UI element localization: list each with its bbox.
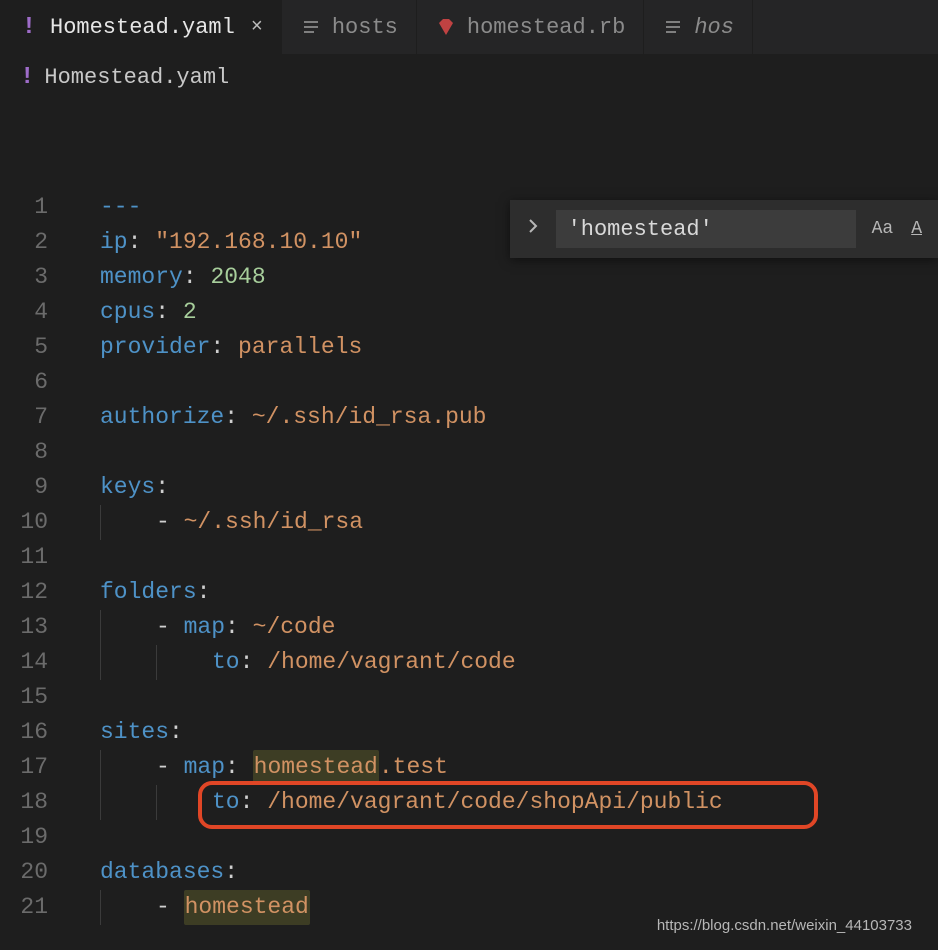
- line-number: 13: [0, 610, 48, 645]
- line-number: 19: [0, 820, 48, 855]
- code-line[interactable]: provider: parallels: [72, 330, 938, 365]
- line-number: 11: [0, 540, 48, 575]
- code-line[interactable]: [72, 820, 938, 855]
- line-number: 21: [0, 890, 48, 925]
- line-number-gutter: 123456789101112131415161718192021: [0, 190, 72, 950]
- line-number: 12: [0, 575, 48, 610]
- generic-file-icon: [662, 16, 684, 38]
- tab-label: homestead.rb: [467, 15, 625, 40]
- yaml-icon: !: [20, 64, 34, 91]
- breadcrumb-label: Homestead.yaml: [44, 65, 229, 90]
- code-line[interactable]: databases:: [72, 855, 938, 890]
- code-editor[interactable]: 123456789101112131415161718192021 ---ip:…: [0, 190, 938, 950]
- line-number: 7: [0, 400, 48, 435]
- line-number: 3: [0, 260, 48, 295]
- code-line[interactable]: authorize: ~/.ssh/id_rsa.pub: [72, 400, 938, 435]
- code-line[interactable]: memory: 2048: [72, 260, 938, 295]
- tab-hos-partial[interactable]: hos: [644, 0, 753, 54]
- line-number: 8: [0, 435, 48, 470]
- code-line[interactable]: [72, 680, 938, 715]
- breadcrumb[interactable]: ! Homestead.yaml: [0, 54, 938, 100]
- code-line[interactable]: to: /home/vagrant/code/shopApi/public: [72, 785, 938, 820]
- line-number: 20: [0, 855, 48, 890]
- code-line[interactable]: [72, 540, 938, 575]
- code-line[interactable]: folders:: [72, 575, 938, 610]
- code-line[interactable]: - map: homestead.test: [72, 750, 938, 785]
- line-number: 16: [0, 715, 48, 750]
- tab-homestead-rb[interactable]: homestead.rb: [417, 0, 644, 54]
- tab-bar: ! Homestead.yaml × hosts homestead.rb ho…: [0, 0, 938, 54]
- code-line[interactable]: - ~/.ssh/id_rsa: [72, 505, 938, 540]
- code-line[interactable]: keys:: [72, 470, 938, 505]
- line-number: 18: [0, 785, 48, 820]
- tab-label: hos: [694, 15, 734, 40]
- line-number: 17: [0, 750, 48, 785]
- line-number: 10: [0, 505, 48, 540]
- line-number: 15: [0, 680, 48, 715]
- line-number: 9: [0, 470, 48, 505]
- line-number: 2: [0, 225, 48, 260]
- ruby-icon: [435, 16, 457, 38]
- editor-area: Aa A 123456789101112131415161718192021 -…: [0, 100, 938, 950]
- code-line[interactable]: cpus: 2: [72, 295, 938, 330]
- code-line[interactable]: ---: [72, 190, 938, 225]
- code-line[interactable]: - map: ~/code: [72, 610, 938, 645]
- code-line[interactable]: [72, 365, 938, 400]
- tab-label: Homestead.yaml: [50, 15, 235, 40]
- tab-homestead-yaml[interactable]: ! Homestead.yaml ×: [0, 0, 282, 54]
- line-number: 5: [0, 330, 48, 365]
- tab-hosts[interactable]: hosts: [282, 0, 417, 54]
- code-line[interactable]: sites:: [72, 715, 938, 750]
- code-line[interactable]: [72, 435, 938, 470]
- yaml-icon: !: [18, 16, 40, 38]
- line-number: 6: [0, 365, 48, 400]
- close-icon[interactable]: ×: [251, 16, 263, 39]
- watermark-text: https://blog.csdn.net/weixin_44103733: [657, 917, 912, 934]
- text-icon: [300, 16, 322, 38]
- code-content[interactable]: ---ip: "192.168.10.10"memory: 2048cpus: …: [72, 190, 938, 950]
- editor-window: ! Homestead.yaml × hosts homestead.rb ho…: [0, 0, 938, 950]
- line-number: 1: [0, 190, 48, 225]
- line-number: 14: [0, 645, 48, 680]
- code-line[interactable]: to: /home/vagrant/code: [72, 645, 938, 680]
- tab-label: hosts: [332, 15, 398, 40]
- code-line[interactable]: ip: "192.168.10.10": [72, 225, 938, 260]
- line-number: 4: [0, 295, 48, 330]
